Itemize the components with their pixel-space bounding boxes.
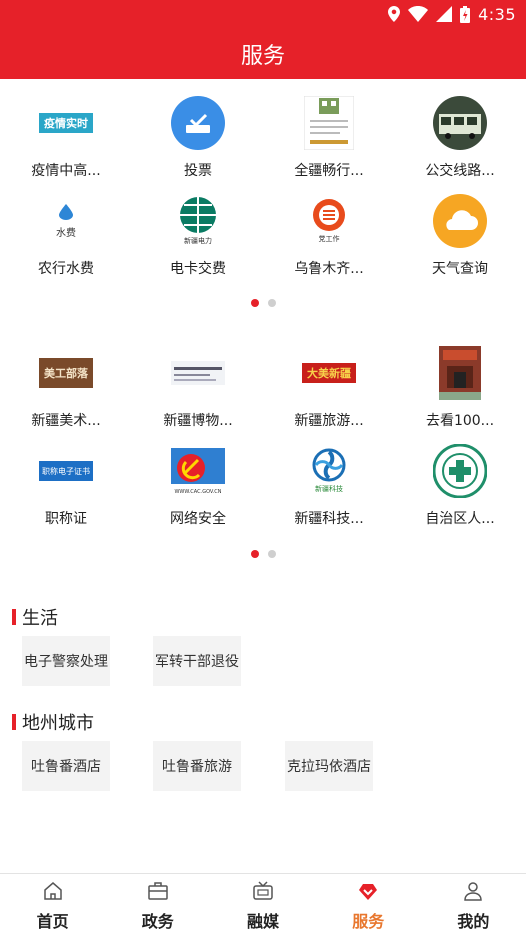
service-item-label: 电卡交费 — [170, 261, 226, 277]
tab-media[interactable]: 融媒 — [210, 874, 315, 934]
section-accent-bar — [12, 714, 16, 730]
red-building-photo — [433, 346, 487, 400]
service-item-hospital[interactable]: 自治区人... — [394, 444, 526, 540]
chip-military-transfer[interactable]: 军转干部退役 — [153, 636, 241, 686]
battery-icon — [460, 5, 471, 23]
service-item-label: 新疆科技... — [294, 511, 364, 527]
service-item-label: 天气查询 — [432, 261, 488, 277]
water-fee-icon: 水费 — [39, 194, 93, 248]
section-accent-bar — [12, 609, 16, 625]
person-icon — [462, 880, 484, 902]
service-item-label: 投票 — [184, 163, 212, 179]
service-item-100-sites[interactable]: 去看100... — [394, 346, 526, 442]
service-item-label: 自治区人... — [425, 511, 495, 527]
page-dot[interactable] — [267, 550, 276, 558]
tab-government[interactable]: 政务 — [105, 874, 210, 934]
hospital-round-logo — [433, 444, 487, 498]
home-icon — [42, 880, 64, 902]
service-item-label: 新疆美术... — [31, 413, 101, 429]
tourism-calligraphy-logo: 大美新疆 — [302, 346, 356, 400]
epidemic-realtime-logo: 疫情实时 — [39, 96, 93, 150]
tab-label: 政务 — [141, 912, 174, 931]
tab-service[interactable]: 服务 — [316, 874, 421, 934]
tab-label: 融媒 — [247, 912, 280, 931]
service-item-water-fee[interactable]: 水费 农行水费 — [0, 194, 132, 290]
section-title-cities: 地州城市 — [12, 709, 94, 735]
tv-icon — [252, 880, 274, 902]
service-item-label: 新疆旅游... — [294, 413, 364, 429]
service-item-label: 农行水费 — [38, 261, 94, 277]
service-item-label: 疫情中高... — [31, 163, 101, 179]
location-icon — [388, 6, 401, 22]
service-item-label: 去看100... — [425, 413, 495, 429]
tab-label: 我的 — [457, 912, 490, 931]
art-calligraphy-logo: 美工部落 — [39, 346, 93, 400]
service-item-power-card[interactable]: 新疆电力 电卡交费 — [132, 194, 264, 290]
carousel-indicator-1 — [0, 299, 526, 307]
museum-logo — [171, 346, 225, 400]
state-grid-logo: 新疆电力 — [171, 194, 225, 248]
section-title-text: 地州城市 — [22, 713, 94, 734]
service-item-tourism[interactable]: 大美新疆 新疆旅游... — [263, 346, 395, 442]
bottom-tab-bar: 首页 政务 融媒 服务 我的 — [0, 873, 526, 934]
clock-time: 4:35 — [478, 4, 516, 24]
service-item-museum[interactable]: 新疆博物... — [132, 346, 264, 442]
tab-me[interactable]: 我的 — [421, 874, 526, 934]
service-item-title-cert[interactable]: 职称电子证书 职称证 — [0, 444, 132, 540]
vote-icon — [171, 96, 225, 150]
service-item-label: 网络安全 — [170, 511, 226, 527]
page-dot[interactable] — [250, 550, 259, 558]
chip-turpan-hotel[interactable]: 吐鲁番酒店 — [22, 741, 110, 791]
app-header: 4:35 服务 — [0, 0, 526, 79]
page-title: 服务 — [240, 44, 285, 69]
section-title-life: 生活 — [12, 604, 58, 630]
wifi-icon — [408, 6, 429, 22]
chip-e-police[interactable]: 电子警察处理 — [22, 636, 110, 686]
page-dot[interactable] — [250, 299, 259, 307]
science-spiral-logo: 新疆科技 — [302, 444, 356, 498]
service-item-label: 全疆畅行... — [294, 163, 364, 179]
service-item-art[interactable]: 美工部落 新疆美术... — [0, 346, 132, 442]
section-title-text: 生活 — [22, 608, 58, 629]
service-item-cyber-security[interactable]: WWW.CAC.GOV.CN 网络安全 — [132, 444, 264, 540]
tab-home[interactable]: 首页 — [0, 874, 105, 934]
chip-karamay-hotel[interactable]: 克拉玛依酒店 — [285, 741, 373, 791]
qr-code-thumbnail — [302, 96, 356, 150]
service-item-label: 乌鲁木齐... — [294, 261, 364, 277]
tab-label: 首页 — [36, 912, 69, 931]
service-heart-icon — [357, 880, 379, 902]
cac-banner: WWW.CAC.GOV.CN — [171, 444, 225, 498]
urumqi-service-logo: 党工作 — [302, 194, 356, 248]
briefcase-icon — [147, 880, 169, 902]
service-item-xinjiang-pass[interactable]: 全疆畅行... — [263, 96, 395, 192]
service-item-bus-routes[interactable]: 公交线路... — [394, 96, 526, 192]
status-bar: 4:35 — [388, 4, 516, 24]
signal-icon — [436, 6, 453, 22]
chip-turpan-tourism[interactable]: 吐鲁番旅游 — [153, 741, 241, 791]
tab-label: 服务 — [352, 912, 385, 931]
bus-photo — [433, 96, 487, 150]
carousel-indicator-2 — [0, 550, 526, 558]
service-item-label: 公交线路... — [425, 163, 495, 179]
page-dot[interactable] — [267, 299, 276, 307]
service-item-weather[interactable]: 天气查询 — [394, 194, 526, 290]
certificate-banner: 职称电子证书 — [39, 444, 93, 498]
service-item-urumqi[interactable]: 党工作 乌鲁木齐... — [263, 194, 395, 290]
service-item-label: 职称证 — [45, 511, 87, 527]
service-item-vote[interactable]: 投票 — [132, 96, 264, 192]
service-item-label: 新疆博物... — [163, 413, 233, 429]
service-item-epidemic[interactable]: 疫情实时 疫情中高... — [0, 96, 132, 192]
weather-icon — [433, 194, 487, 248]
service-item-science[interactable]: 新疆科技 新疆科技... — [263, 444, 395, 540]
